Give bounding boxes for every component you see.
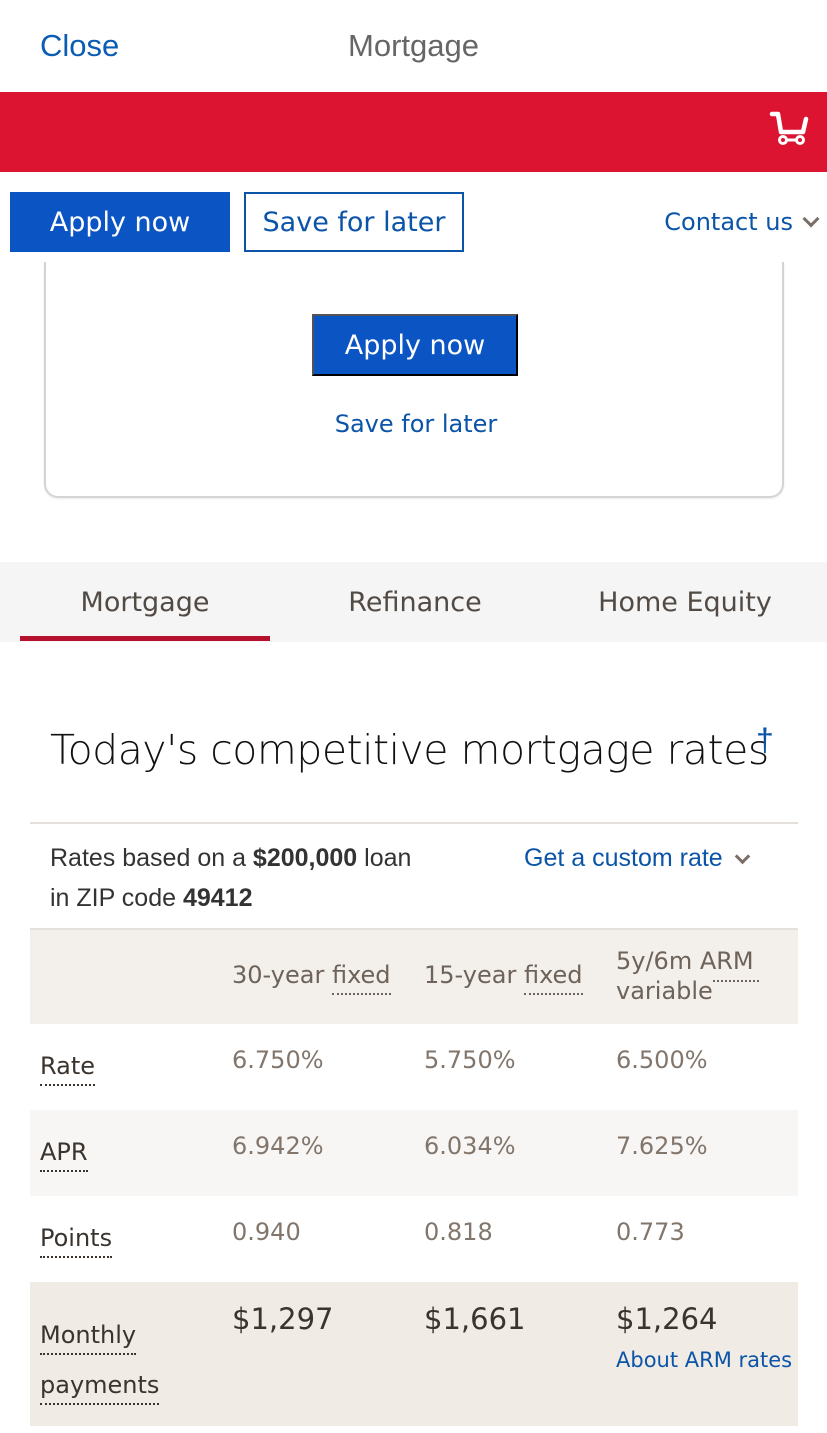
page-title: Mortgage bbox=[348, 28, 479, 63]
apr-30yr: 6.942% bbox=[232, 1132, 324, 1160]
monthly-payments-tooltip-line2[interactable]: payments bbox=[40, 1371, 160, 1405]
rate-arm: 6.500% bbox=[616, 1046, 708, 1074]
tooltip-underline bbox=[712, 976, 759, 982]
active-tab-indicator bbox=[20, 636, 270, 641]
loan-prefix: Rates based on a bbox=[50, 844, 253, 872]
chevron-down-icon bbox=[734, 848, 750, 864]
loan-amount: $200,000 bbox=[252, 844, 358, 872]
card-apply-now-button[interactable]: Apply now bbox=[312, 314, 518, 376]
tab-home-equity[interactable]: Home Equity bbox=[560, 562, 810, 642]
points-tooltip[interactable]: Points bbox=[40, 1224, 113, 1258]
chevron-down-icon bbox=[802, 210, 820, 228]
loan-suffix: loan bbox=[357, 844, 412, 872]
monthly-arm: $1,264 bbox=[616, 1302, 718, 1336]
monthly-payments-tooltip[interactable]: Monthly bbox=[40, 1321, 137, 1355]
tab-refinance[interactable]: Refinance bbox=[290, 562, 540, 642]
fixed-term-tooltip[interactable]: fixed bbox=[331, 961, 391, 995]
save-for-later-button[interactable]: Save for later bbox=[244, 192, 464, 252]
rate-30yr: 6.750% bbox=[232, 1046, 324, 1074]
table-row-points: Points 0.940 0.818 0.773 bbox=[30, 1196, 798, 1282]
column-header-text: 30-year bbox=[232, 961, 332, 989]
contact-us-label: Contact us bbox=[664, 208, 793, 236]
column-header-text: 5y/6m ARM bbox=[616, 947, 754, 975]
card-save-for-later-label[interactable]: Save for later bbox=[335, 410, 498, 438]
tab-mortgage[interactable]: Mortgage bbox=[20, 562, 270, 642]
application-card: Apply now Save for later bbox=[44, 262, 784, 498]
table-row-apr: APR 6.942% 6.034% 7.625% bbox=[30, 1110, 798, 1196]
footnote-link[interactable]: † bbox=[756, 722, 774, 759]
apr-15yr: 6.034% bbox=[424, 1132, 516, 1160]
table-row-rate: Rate 6.750% 5.750% 6.500% bbox=[30, 1024, 798, 1110]
top-nav-bar: Close Mortgage bbox=[0, 0, 827, 92]
rate-15yr: 5.750% bbox=[424, 1046, 516, 1074]
row-label-apr: APR bbox=[40, 1138, 88, 1172]
rates-heading: Today's competitive mortgage rates bbox=[50, 726, 769, 774]
fixed-term-tooltip[interactable]: fixed bbox=[523, 961, 583, 995]
monthly-15yr: $1,661 bbox=[424, 1302, 526, 1336]
brand-header-bar bbox=[0, 92, 827, 172]
product-tabs: Mortgage Refinance Home Equity bbox=[0, 562, 827, 642]
loan-assumptions-text: Rates based on a $200,000 loan in ZIP co… bbox=[50, 838, 490, 918]
row-label-monthly-payments: Monthly payments bbox=[40, 1310, 160, 1410]
get-custom-rate-dropdown[interactable]: Get a custom rate bbox=[524, 838, 750, 878]
contact-us-dropdown[interactable]: Contact us bbox=[664, 208, 820, 236]
card-save-for-later-link: Save for later bbox=[46, 410, 786, 438]
row-label-rate: Rate bbox=[40, 1052, 96, 1086]
apr-arm: 7.625% bbox=[616, 1132, 708, 1160]
rate-tooltip[interactable]: Rate bbox=[40, 1052, 96, 1086]
table-row-monthly-payments: Monthly payments $1,297 $1,661 $1,264 Ab… bbox=[30, 1282, 798, 1426]
apply-now-button[interactable]: Apply now bbox=[10, 192, 230, 252]
sticky-action-bar: Apply now Save for later Contact us bbox=[0, 172, 827, 272]
shopping-cart-icon[interactable] bbox=[769, 110, 809, 146]
row-label-points: Points bbox=[40, 1224, 113, 1258]
divider bbox=[30, 822, 798, 824]
points-15yr: 0.818 bbox=[424, 1218, 493, 1246]
rates-table-header: 30-year fixed 15-year fixed 5y/6m ARM va… bbox=[30, 930, 798, 1024]
column-header-15yr: 15-year fixed bbox=[424, 960, 583, 995]
about-arm-rates-link[interactable]: About ARM rates bbox=[616, 1348, 792, 1372]
points-30yr: 0.940 bbox=[232, 1218, 301, 1246]
zip-code: 49412 bbox=[182, 884, 253, 912]
column-header-text: 15-year bbox=[424, 961, 524, 989]
variable-term-tooltip[interactable]: variable bbox=[616, 977, 713, 1009]
apr-tooltip[interactable]: APR bbox=[40, 1138, 88, 1172]
monthly-30yr: $1,297 bbox=[232, 1302, 334, 1336]
column-header-30yr: 30-year fixed bbox=[232, 960, 391, 995]
column-header-arm: 5y/6m ARM variable bbox=[616, 946, 759, 1006]
zip-prefix: in ZIP code bbox=[50, 884, 183, 912]
get-custom-rate-label: Get a custom rate bbox=[524, 844, 723, 872]
points-arm: 0.773 bbox=[616, 1218, 685, 1246]
